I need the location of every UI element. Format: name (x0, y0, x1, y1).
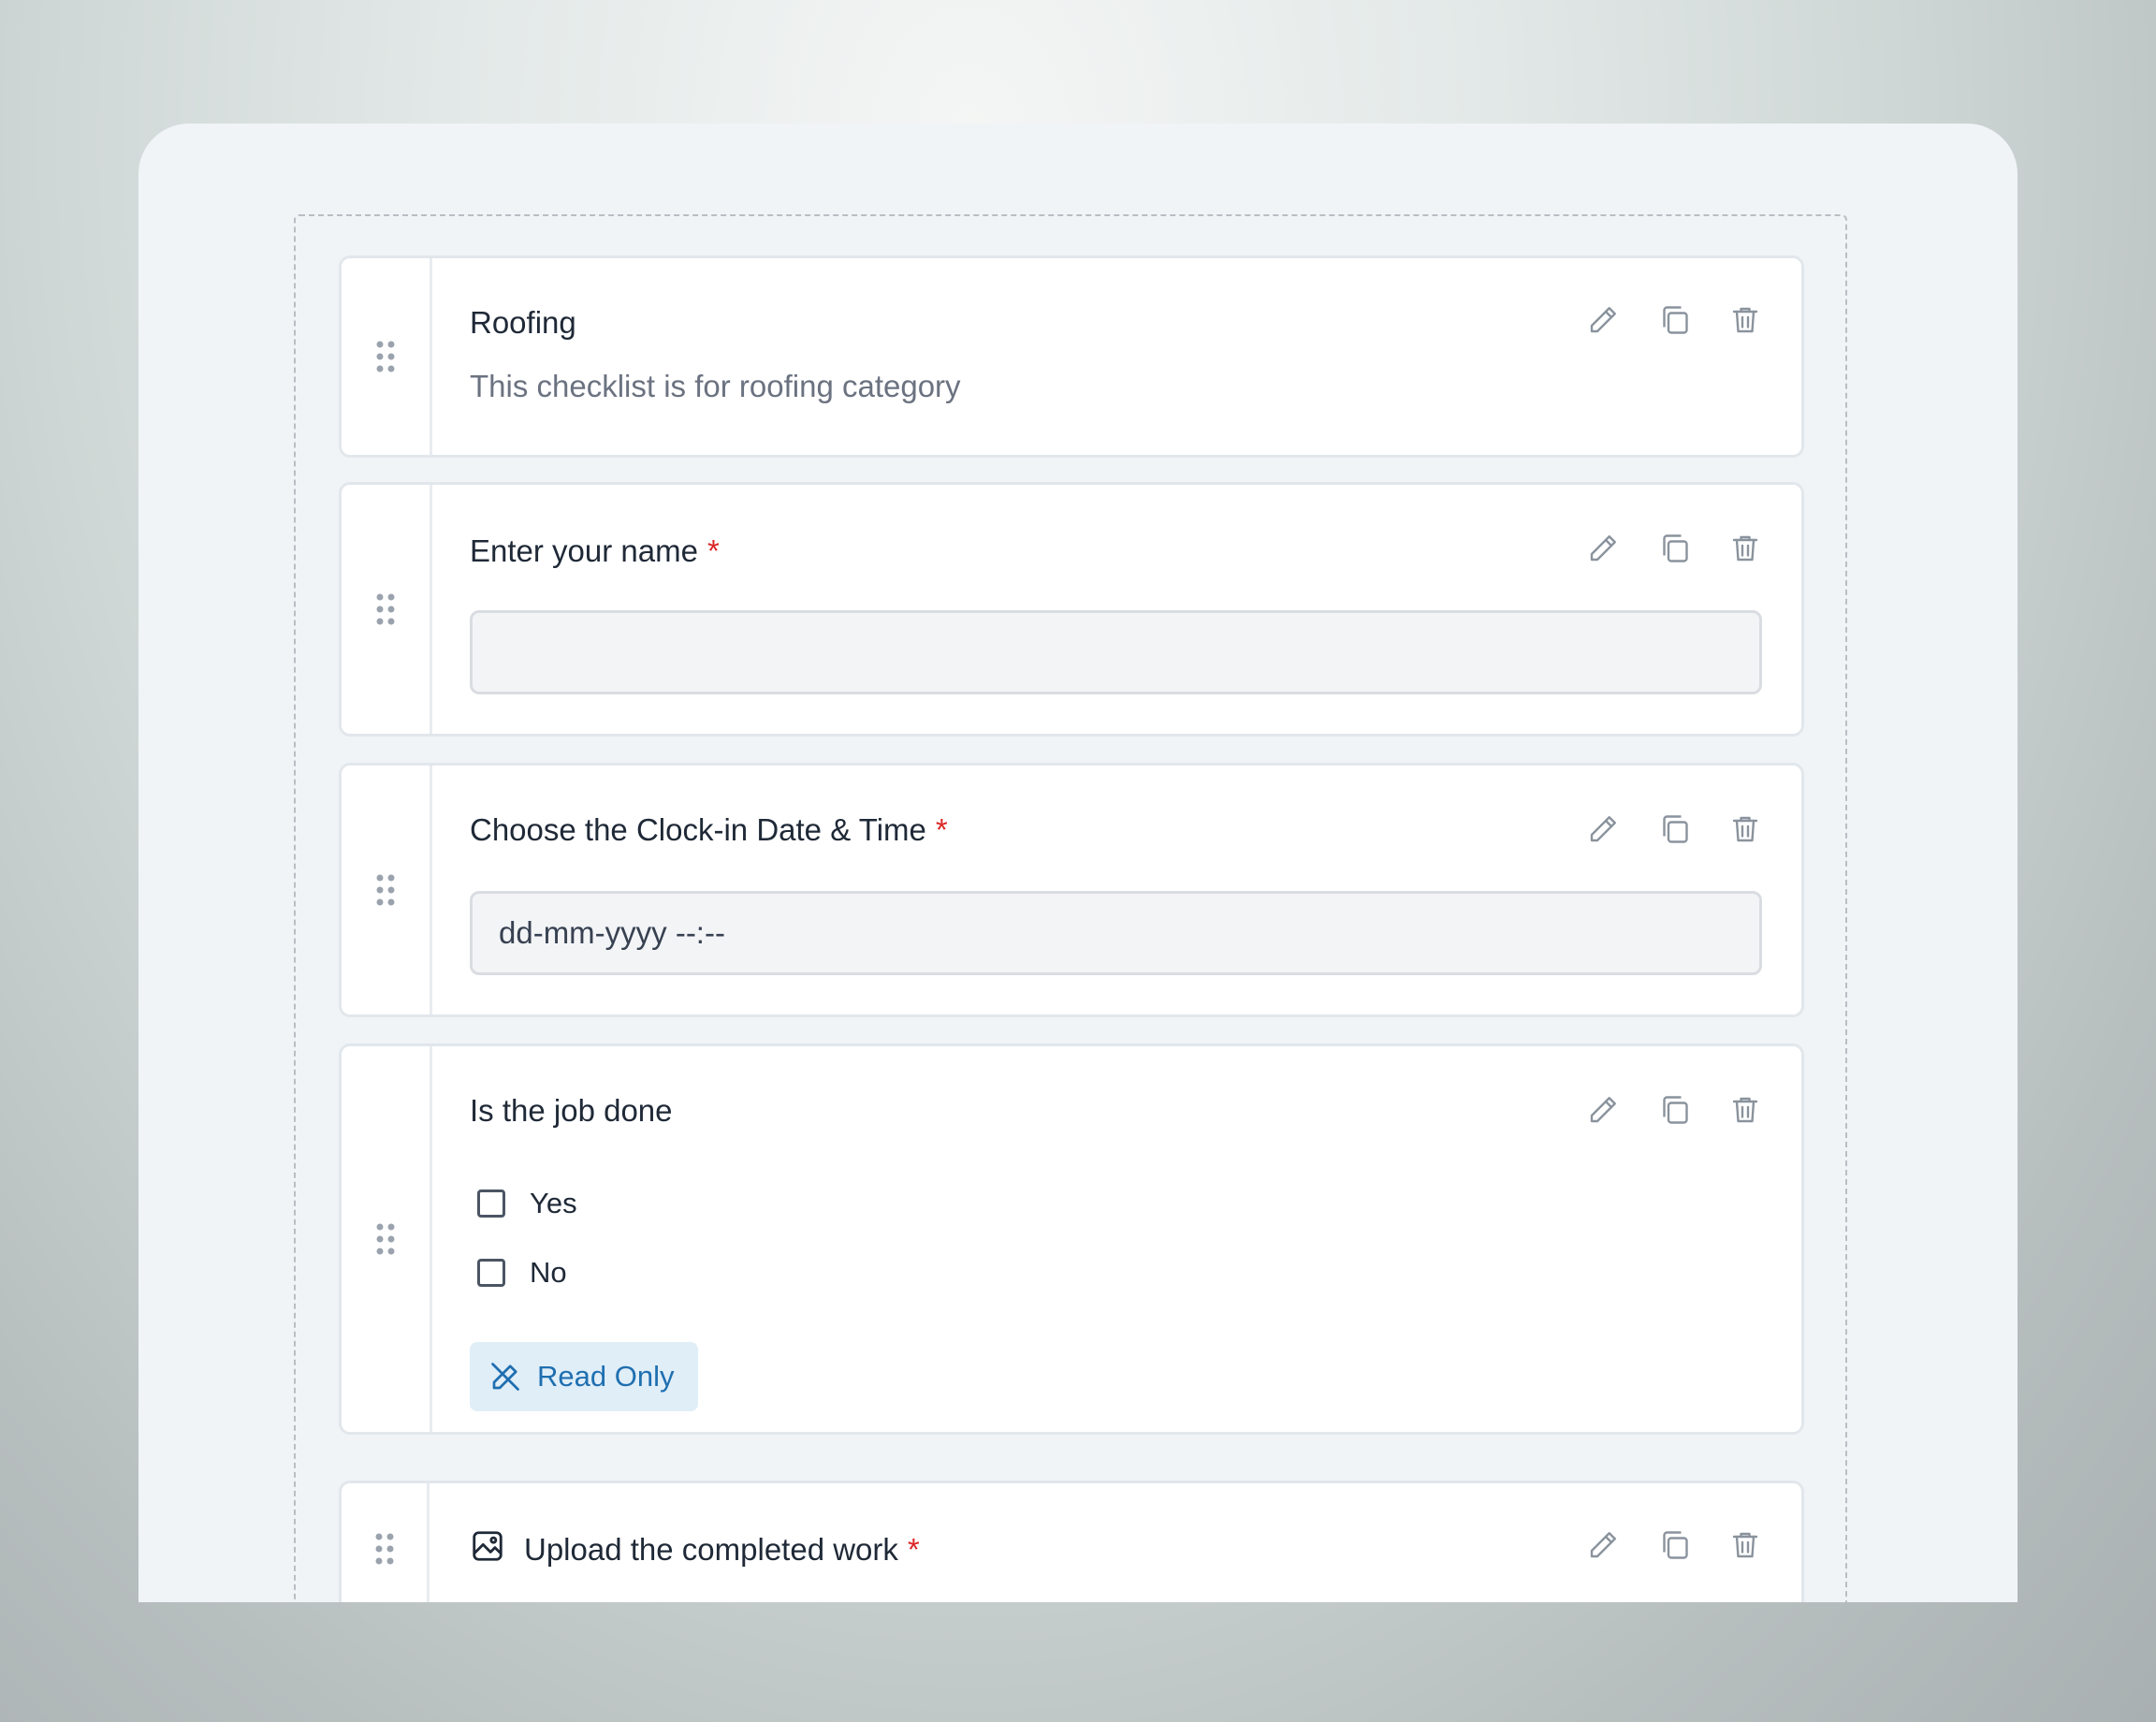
copy-icon[interactable] (1657, 303, 1691, 337)
card-actions (1586, 303, 1762, 337)
pencil-icon[interactable] (1586, 303, 1620, 337)
copy-icon[interactable] (1657, 1093, 1691, 1127)
pencil-icon[interactable] (1586, 1528, 1620, 1562)
option-no[interactable]: No (477, 1256, 567, 1290)
image-icon (470, 1528, 524, 1571)
drag-handle-icon[interactable] (342, 1046, 432, 1432)
required-asterisk: * (935, 812, 948, 847)
required-asterisk: * (707, 533, 720, 568)
field-card-upload: Upload the completed work * (339, 1481, 1804, 1602)
read-only-badge[interactable]: Read Only (470, 1342, 699, 1411)
pencil-icon[interactable] (1586, 1093, 1620, 1127)
trash-icon[interactable] (1728, 812, 1762, 846)
field-card-clockin: Choose the Clock-in Date & Time * (339, 763, 1804, 1017)
form-builder-panel: Roofing This checklist is for roofing ca… (138, 124, 2018, 1602)
section-card-roofing: Roofing This checklist is for roofing ca… (339, 255, 1804, 458)
card-subtitle: This checklist is for roofing category (470, 369, 961, 403)
trash-icon[interactable] (1728, 303, 1762, 337)
option-label: Yes (530, 1187, 577, 1219)
field-label: Is the job done (470, 1093, 673, 1128)
card-actions (1586, 532, 1762, 565)
drag-handle-icon[interactable] (342, 766, 432, 1014)
option-yes[interactable]: Yes (477, 1187, 577, 1220)
field-card-name: Enter your name * (339, 482, 1804, 737)
pencil-off-icon (491, 1363, 519, 1391)
field-card-job-done: Is the job done Yes No Read Only (339, 1043, 1804, 1435)
copy-icon[interactable] (1657, 1528, 1691, 1562)
card-actions (1586, 812, 1762, 846)
checkbox[interactable] (477, 1189, 505, 1218)
field-label: Enter your name * (470, 533, 720, 568)
field-label: Upload the completed work * (470, 1528, 920, 1571)
checkbox[interactable] (477, 1259, 505, 1287)
copy-icon[interactable] (1657, 532, 1691, 565)
name-input[interactable] (470, 610, 1762, 694)
card-title: Roofing (470, 305, 576, 340)
field-label: Choose the Clock-in Date & Time * (470, 812, 948, 847)
drag-handle-icon[interactable] (342, 258, 432, 455)
card-actions (1586, 1528, 1762, 1562)
copy-icon[interactable] (1657, 812, 1691, 846)
trash-icon[interactable] (1728, 1093, 1762, 1127)
trash-icon[interactable] (1728, 1528, 1762, 1562)
drag-handle-icon[interactable] (342, 1483, 430, 1602)
trash-icon[interactable] (1728, 532, 1762, 565)
card-actions (1586, 1093, 1762, 1127)
pencil-icon[interactable] (1586, 812, 1620, 846)
option-label: No (530, 1256, 567, 1289)
datetime-input[interactable] (470, 891, 1762, 975)
badge-label: Read Only (537, 1360, 675, 1393)
required-asterisk: * (907, 1532, 920, 1567)
pencil-icon[interactable] (1586, 532, 1620, 565)
drag-handle-icon[interactable] (342, 485, 432, 734)
